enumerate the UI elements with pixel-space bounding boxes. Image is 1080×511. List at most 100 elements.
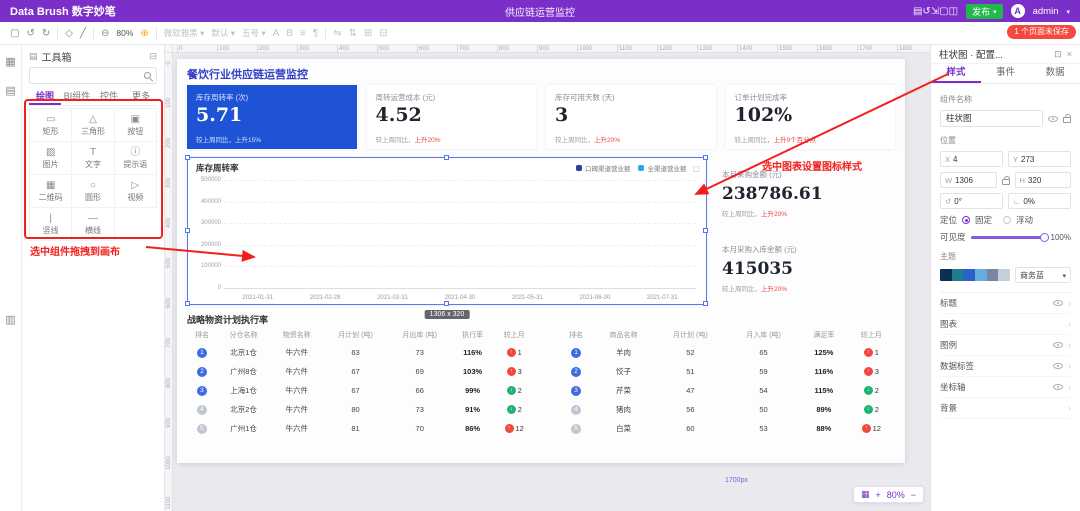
toolbox-item-text[interactable]: T 文字 — [72, 142, 115, 175]
selection-handle[interactable] — [185, 155, 190, 160]
monitor-icon[interactable]: ◫ — [949, 6, 958, 17]
selection-handle[interactable] — [444, 155, 449, 160]
selection-handle[interactable] — [185, 228, 190, 233]
config-section-坐标轴[interactable]: 坐标轴 › — [940, 377, 1071, 398]
config-section-图表[interactable]: 图表 › — [940, 314, 1071, 335]
selection-handle[interactable] — [703, 228, 708, 233]
font-family-select[interactable]: 微软雅黑 ▾ — [164, 27, 205, 39]
chart-expand-icon[interactable]: ▢ — [692, 164, 700, 173]
toolbox-tab-更多[interactable]: 更多 — [125, 88, 157, 105]
undo-icon[interactable]: ↺ — [26, 28, 34, 39]
slider-knob[interactable] — [1039, 232, 1049, 242]
toolbox-item-circle[interactable]: ○ 圆形 — [72, 175, 115, 208]
table-row[interactable]: 1 北京1仓 牛六件 63 73 116% ↑ 1 — [187, 343, 535, 362]
search-icon[interactable] — [144, 72, 151, 79]
user-menu-caret-icon[interactable] — [1066, 6, 1070, 17]
theme-color-3[interactable] — [975, 269, 987, 281]
rotate-field[interactable]: ↺ 0° — [940, 193, 1003, 209]
y-field[interactable]: Y 273 — [1008, 151, 1071, 167]
shape-diamond-icon[interactable]: ◇ — [65, 28, 73, 39]
pin-icon[interactable]: ⊡ — [1054, 49, 1062, 60]
toolbox-item-button[interactable]: ▣ 按钮 — [114, 109, 157, 142]
theme-color-2[interactable] — [963, 269, 976, 281]
toolbox-item-hline[interactable]: — 横线 — [72, 208, 115, 241]
zoom-in-button[interactable]: + — [875, 490, 880, 500]
eye-icon[interactable] — [1053, 363, 1063, 369]
theme-color-5[interactable] — [998, 269, 1010, 281]
selection-handle[interactable] — [703, 301, 708, 306]
radio-固定[interactable] — [962, 216, 971, 224]
toolbox-item-video[interactable]: ▷ 视频 — [114, 175, 157, 208]
grid-toggle-icon[interactable]: ▦ — [861, 489, 870, 500]
radio-浮动[interactable] — [1003, 216, 1012, 224]
toolbox-search-input[interactable] — [29, 67, 157, 84]
radio-label-固定[interactable]: 固定 — [975, 214, 992, 226]
history-icon[interactable]: ↺ — [922, 6, 930, 17]
toolbox-collapse-icon[interactable]: ⊟ — [149, 51, 157, 62]
bar-chart-widget[interactable]: 库存周转率 口碑渠道营业额 全渠道营业额 ▢ 0 100000 200000 30000… — [185, 155, 708, 319]
canvas[interactable]: 0 100 200 300 400 500 600 700 800 900 1000 1100 1200… — [165, 45, 930, 511]
publish-button[interactable]: 发布 — [966, 3, 1003, 19]
radio-label-浮动[interactable]: 浮动 — [1016, 214, 1033, 226]
redo-icon[interactable]: ↻ — [42, 28, 50, 39]
eye-icon[interactable] — [1048, 115, 1058, 122]
toolbox-item-rect[interactable]: ▭ 矩形 — [30, 109, 73, 142]
align-left-icon[interactable]: ≡ — [300, 28, 306, 39]
zoom-out-button[interactable]: − — [911, 490, 916, 500]
kpi-card-2[interactable]: 库存可用天数 (天) 3 较上周同比，上升20% — [546, 85, 716, 149]
legend-item[interactable]: 全渠道营业额 — [638, 163, 686, 173]
zoom-in-icon[interactable]: ⊕ — [140, 28, 148, 39]
selection-handle[interactable] — [185, 301, 190, 306]
config-tab-事件[interactable]: 事件 — [981, 64, 1031, 83]
table-row[interactable]: 5 广州1仓 牛六件 81 70 86% ↑ 12 — [187, 419, 535, 438]
toolbox-item-qrcode[interactable]: ▦ 二维码 — [30, 175, 73, 208]
lock-icon[interactable] — [1063, 114, 1071, 123]
theme-color-1[interactable] — [951, 269, 964, 281]
config-section-背景[interactable]: 背景 › — [940, 398, 1071, 419]
table-row[interactable]: 4 北京2仓 牛六件 80 73 91% ↓ 2 — [187, 400, 535, 419]
toolbox-tab-BI组件[interactable]: BI组件 — [61, 88, 93, 105]
pointer-icon[interactable]: ▢ — [10, 28, 19, 39]
table-row[interactable]: 4 猪肉 56 50 89% ↓ 2 — [559, 400, 895, 419]
selection-handle[interactable] — [703, 155, 708, 160]
preview-icon[interactable]: ▢ — [939, 6, 948, 17]
layers-icon[interactable]: ▤ — [5, 84, 15, 97]
paragraph-icon[interactable]: ¶ — [313, 28, 318, 39]
aspect-lock-icon[interactable] — [1001, 175, 1010, 185]
kpi-card-1[interactable]: 周转运营成本 (元) 4.52 较上周同比，上升20% — [366, 85, 536, 149]
toolbox-item-image[interactable]: ▨ 图片 — [30, 142, 73, 175]
theme-color-0[interactable] — [940, 269, 952, 281]
table-row[interactable]: 3 上海1仓 牛六件 67 66 99% ↓ 2 — [187, 381, 535, 400]
group-icon[interactable]: ⊞ — [364, 28, 372, 39]
theme-color-4[interactable] — [986, 269, 999, 281]
toolbox-item-triangle[interactable]: △ 三角形 — [72, 109, 115, 142]
table-row[interactable]: 2 广州8仓 牛六件 67 69 103% ↑ 3 — [187, 362, 535, 381]
pages-icon[interactable]: ▦ — [5, 55, 15, 68]
fullscreen-icon[interactable]: ⇲ — [931, 6, 939, 17]
h-field[interactable]: H 320 — [1014, 172, 1071, 188]
x-field[interactable]: X4 — [940, 151, 1003, 167]
charts-icon[interactable]: ▥ — [5, 313, 15, 326]
theme-select[interactable]: 商务蓝 — [1015, 267, 1071, 283]
w-field[interactable]: W 1306 — [940, 172, 997, 188]
config-tab-数据[interactable]: 数据 — [1030, 64, 1080, 83]
toolbox-item-vline[interactable]: | 竖线 — [30, 208, 73, 241]
close-icon[interactable]: × — [1067, 49, 1072, 59]
table-row[interactable]: 5 白菜 60 53 88% ↑ 12 — [559, 419, 895, 438]
dashboard-icon[interactable]: ▤ — [913, 6, 922, 17]
zoom-level[interactable]: 80% — [116, 28, 133, 38]
layer-order-icon[interactable]: ⊟ — [379, 28, 387, 39]
table-row[interactable]: 1 羊肉 52 65 125% ↑ 1 — [559, 343, 895, 362]
legend-item[interactable]: 口碑渠道营业额 — [575, 163, 630, 173]
eye-icon[interactable] — [1053, 342, 1063, 348]
config-section-标题[interactable]: 标题 › — [940, 293, 1071, 314]
font-style-select[interactable]: 默认 ▾ — [211, 27, 235, 39]
toolbox-item-tooltip[interactable]: ⓘ 提示语 — [114, 142, 157, 175]
bold-icon[interactable]: B — [286, 28, 293, 39]
zoom-out-icon[interactable]: ⊖ — [101, 28, 109, 39]
flip-v-icon[interactable]: ⇅ — [349, 28, 357, 39]
shape-line-icon[interactable]: ╱ — [80, 28, 86, 39]
font-color-icon[interactable]: A — [273, 28, 280, 39]
table-row[interactable]: 2 饺子 51 59 116% ↑ 3 — [559, 362, 895, 381]
font-size-select[interactable]: 五号 ▾ — [242, 27, 266, 39]
